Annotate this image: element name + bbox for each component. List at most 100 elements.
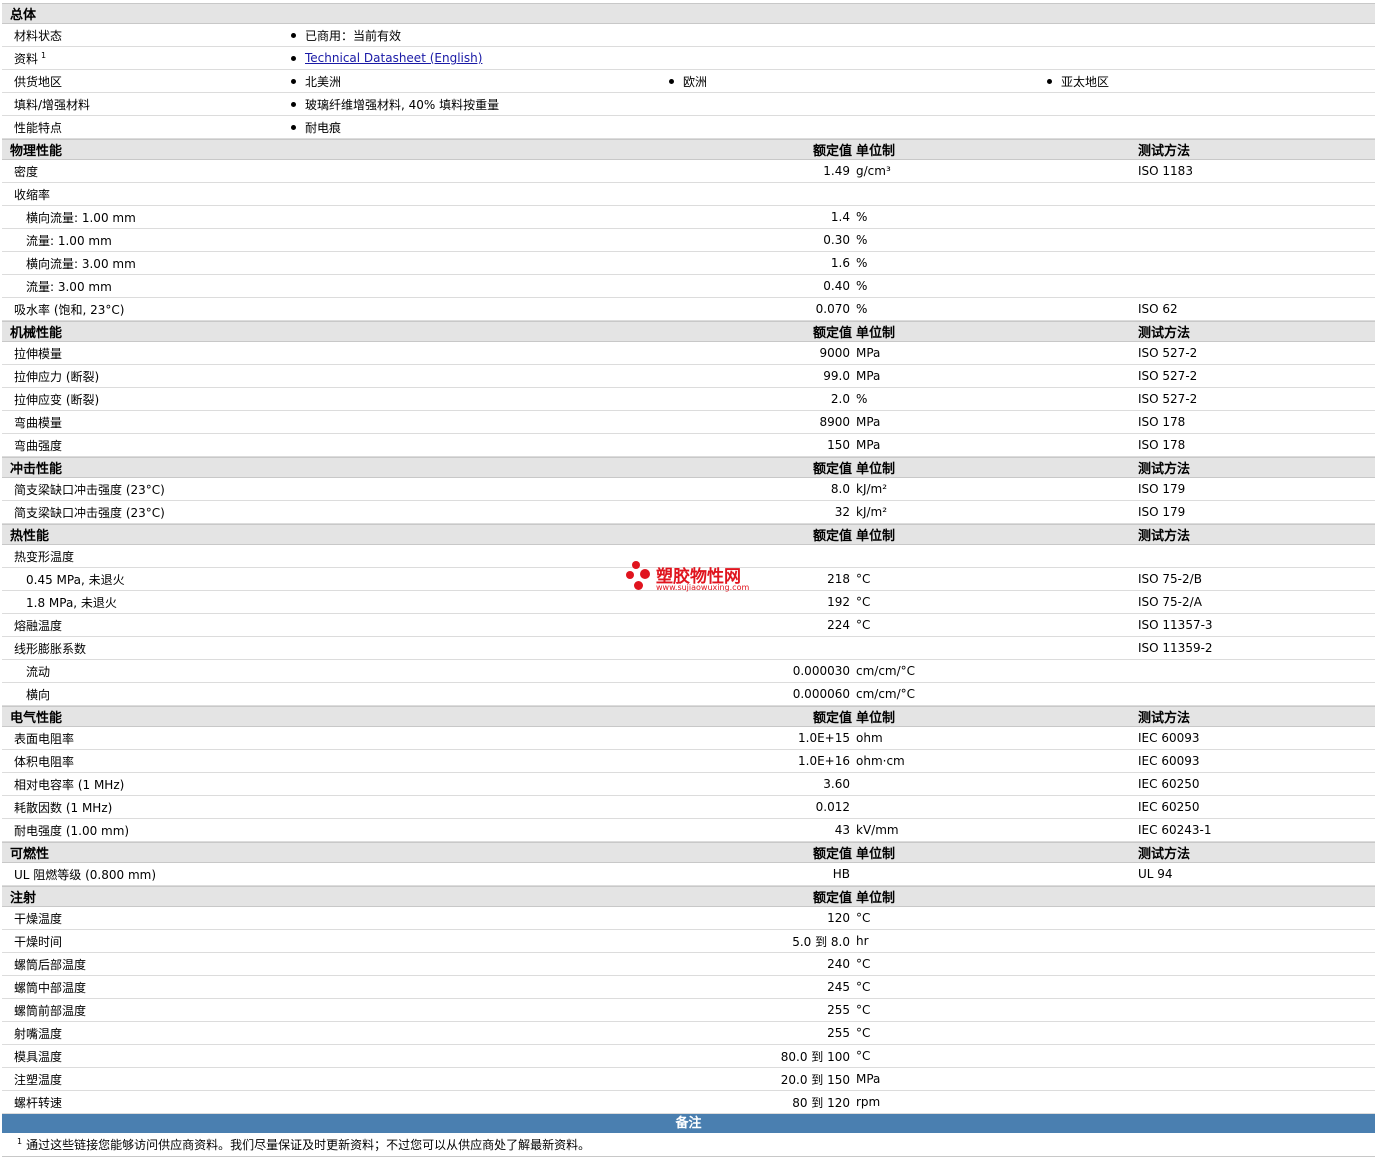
header-unit: 单位制 bbox=[856, 711, 896, 726]
property-value: 0.30 bbox=[823, 233, 850, 247]
test-method: ISO 179 bbox=[1138, 482, 1186, 496]
label-text: 横向 bbox=[26, 687, 51, 702]
label-text: 螺筒后部温度 bbox=[14, 957, 87, 972]
test-method: ISO 1183 bbox=[1138, 164, 1193, 178]
header-test: 测试方法 bbox=[1138, 529, 1191, 544]
property-unit: °C bbox=[856, 980, 871, 994]
section-title: 可燃性 bbox=[10, 847, 50, 862]
label-text: 螺筒中部温度 bbox=[14, 980, 87, 995]
test-method: IEC 60093 bbox=[1138, 731, 1200, 745]
test-method: ISO 75-2/A bbox=[1138, 595, 1202, 609]
property-row: 线形膨胀系数 ISO 11359-2 bbox=[2, 637, 1375, 660]
property-label: 横向流量: 1.00 mm bbox=[26, 206, 136, 228]
property-row: 相对电容率 (1 MHz) 3.60 IEC 60250 bbox=[2, 773, 1375, 796]
property-row: 射嘴温度 255 °C bbox=[2, 1022, 1375, 1045]
property-row: 吸水率 (饱和, 23°C) 0.070% ISO 62 bbox=[2, 298, 1375, 321]
bullet-item: 亚太地区 bbox=[1047, 70, 1109, 92]
property-label: 密度 bbox=[14, 160, 38, 182]
test-method: IEC 60250 bbox=[1138, 777, 1200, 791]
property-value: 240 bbox=[827, 957, 850, 971]
property-unit: °C bbox=[856, 1003, 871, 1017]
bullet-text: 玻璃纤维增强材料, 40% 填料按重量 bbox=[305, 97, 500, 112]
label-text: 干燥温度 bbox=[14, 911, 63, 926]
property-unit: rpm bbox=[856, 1095, 881, 1109]
property-unit: g/cm³ bbox=[856, 164, 891, 178]
test-method: ISO 178 bbox=[1138, 415, 1186, 429]
property-label: 拉伸应变 (断裂) bbox=[14, 388, 99, 410]
property-unit: % bbox=[856, 233, 868, 247]
property-unit: °C bbox=[856, 572, 871, 586]
bullet-icon bbox=[291, 101, 296, 107]
label-text: 熔融温度 bbox=[14, 618, 63, 633]
property-row: 横向 0.000060 cm/cm/°C bbox=[2, 683, 1375, 706]
property-row: 流量: 1.00 mm 0.30% bbox=[2, 229, 1375, 252]
property-label: 相对电容率 (1 MHz) bbox=[14, 773, 124, 795]
property-value: 5.0 到 8.0 bbox=[792, 934, 850, 949]
info-row: 填料/增强材料 玻璃纤维增强材料, 40% 填料按重量 bbox=[2, 93, 1375, 116]
property-label: 材料状态 bbox=[14, 24, 62, 46]
property-label: 弯曲强度 bbox=[14, 434, 62, 456]
label-text: 相对电容率 (1 MHz) bbox=[14, 777, 125, 792]
datasheet-link[interactable]: Technical Datasheet (English) bbox=[305, 51, 482, 65]
property-label: 流量: 1.00 mm bbox=[26, 229, 112, 251]
property-row: 耗散因数 (1 MHz) 0.012 IEC 60250 bbox=[2, 796, 1375, 819]
property-unit: cm/cm/°C bbox=[856, 687, 916, 701]
property-label: 螺筒前部温度 bbox=[14, 999, 86, 1021]
property-label: 拉伸模量 bbox=[14, 342, 62, 364]
header-unit: 单位制 bbox=[856, 529, 896, 544]
property-label: 螺筒中部温度 bbox=[14, 976, 86, 998]
section-title: 电气性能 bbox=[10, 711, 63, 726]
header-value: 额定值 bbox=[812, 529, 852, 544]
test-method: ISO 178 bbox=[1138, 438, 1186, 452]
property-value: 99.0 bbox=[823, 369, 850, 383]
property-row: 拉伸模量 9000 MPa ISO 527-2 bbox=[2, 342, 1375, 365]
label-text: 简支梁缺口冲击强度 (23°C) bbox=[14, 505, 165, 520]
label-text: 填料/增强材料 bbox=[14, 97, 91, 112]
property-row: 螺杆转速 80 到 120 rpm bbox=[2, 1091, 1375, 1114]
property-unit: °C bbox=[856, 618, 871, 632]
property-label: 流动 bbox=[26, 660, 50, 682]
property-unit: % bbox=[856, 256, 868, 270]
label-text: 供货地区 bbox=[14, 74, 63, 89]
property-row: 横向流量: 1.00 mm 1.4% bbox=[2, 206, 1375, 229]
test-method: ISO 11357-3 bbox=[1138, 618, 1213, 632]
bullet-text: 亚太地区 bbox=[1061, 74, 1110, 89]
property-label: 收缩率 bbox=[14, 183, 50, 205]
property-row: 拉伸应变 (断裂) 2.0% ISO 527-2 bbox=[2, 388, 1375, 411]
property-label: 干燥时间 bbox=[14, 930, 62, 952]
property-row: 注塑温度 20.0 到 150 MPa bbox=[2, 1068, 1375, 1091]
section-header: 可燃性 额定值 单位制 测试方法 bbox=[2, 842, 1375, 863]
bullet-text: 耐电痕 bbox=[305, 120, 342, 135]
property-label: 热变形温度 bbox=[14, 545, 74, 567]
test-method: ISO 179 bbox=[1138, 505, 1186, 519]
property-unit: MPa bbox=[856, 346, 881, 360]
property-value: 1.0E+15 bbox=[798, 731, 850, 745]
header-value: 额定值 bbox=[812, 711, 852, 726]
property-row: 表面电阻率 1.0E+15 ohm IEC 60093 bbox=[2, 727, 1375, 750]
bullet-text: 欧洲 bbox=[683, 74, 708, 89]
property-label: 弯曲模量 bbox=[14, 411, 62, 433]
header-unit: 单位制 bbox=[856, 144, 896, 159]
info-row: 材料状态 已商用：当前有效 bbox=[2, 24, 1375, 47]
property-row: 横向流量: 3.00 mm 1.6% bbox=[2, 252, 1375, 275]
property-value: 80.0 到 100 bbox=[780, 1049, 850, 1064]
label-text: 拉伸模量 bbox=[14, 346, 63, 361]
section-title: 冲击性能 bbox=[10, 462, 63, 477]
property-label: 螺杆转速 bbox=[14, 1091, 62, 1113]
label-text: 热变形温度 bbox=[14, 549, 75, 564]
property-unit: ohm·cm bbox=[856, 754, 905, 768]
label-text: 性能特点 bbox=[14, 120, 63, 135]
property-unit: hr bbox=[856, 934, 869, 948]
info-row: 性能特点 耐电痕 bbox=[2, 116, 1375, 139]
bullet-item: 已商用：当前有效 bbox=[291, 24, 401, 46]
property-unit: °C bbox=[856, 595, 871, 609]
section-header: 冲击性能 额定值 单位制 测试方法 bbox=[2, 457, 1375, 478]
section-header: 热性能 额定值 单位制 测试方法 bbox=[2, 524, 1375, 545]
property-label: 螺筒后部温度 bbox=[14, 953, 86, 975]
property-label: UL 阻燃等级 (0.800 mm) bbox=[14, 863, 156, 885]
property-unit: MPa bbox=[856, 369, 881, 383]
property-unit: °C bbox=[856, 1049, 871, 1063]
property-value: 255 bbox=[827, 1003, 850, 1017]
property-row: 干燥温度 120 °C bbox=[2, 907, 1375, 930]
property-value: 245 bbox=[827, 980, 850, 994]
